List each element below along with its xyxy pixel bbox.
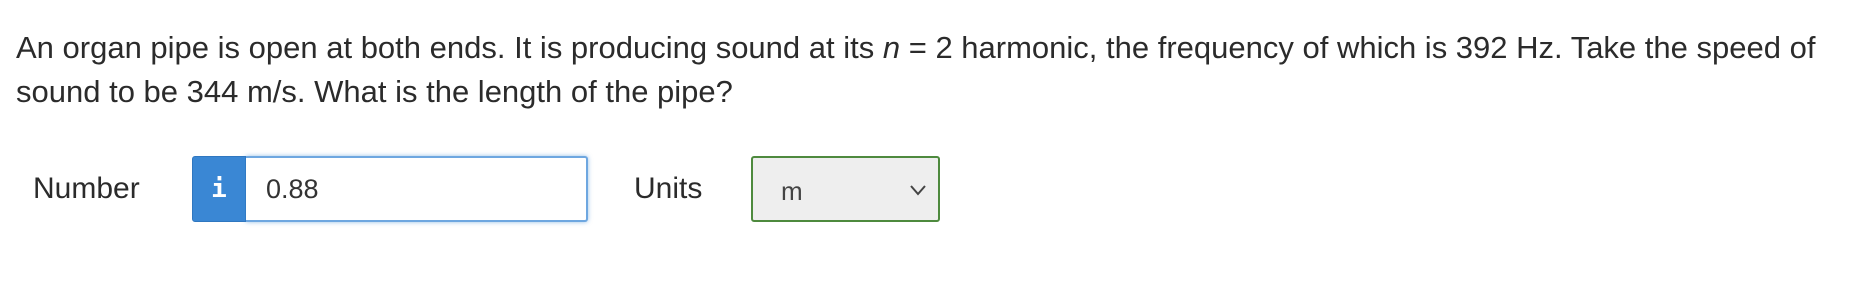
units-selected-value: m: [781, 176, 803, 206]
chevron-down-icon: [910, 185, 926, 196]
info-button[interactable]: i: [192, 156, 246, 222]
question-variable: n: [882, 30, 901, 65]
number-input[interactable]: [246, 156, 588, 222]
answer-row: Number i Units m: [0, 156, 1862, 222]
units-label: Units: [634, 172, 703, 205]
number-label: Number: [33, 172, 140, 205]
units-select[interactable]: m: [751, 156, 940, 222]
question-text: An organ pipe is open at both ends. It i…: [16, 26, 1846, 114]
question-text-before: An organ pipe is open at both ends. It i…: [16, 30, 883, 65]
info-icon: i: [211, 174, 227, 204]
